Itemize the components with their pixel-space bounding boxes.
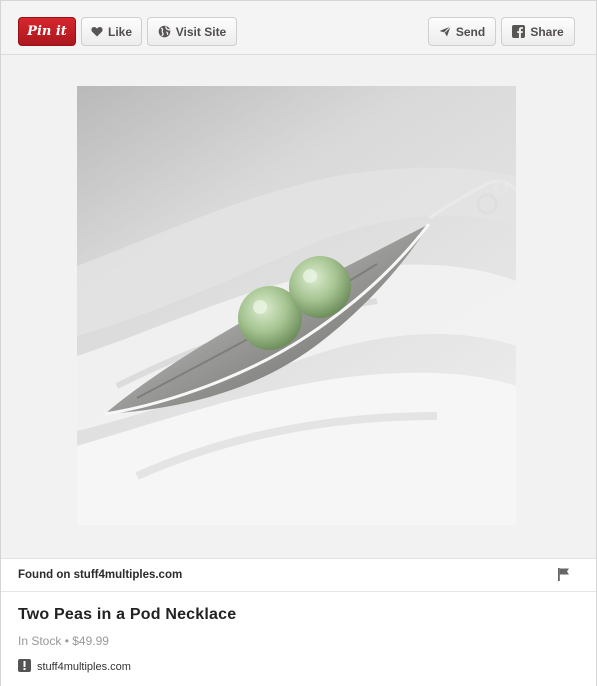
globe-icon (158, 25, 171, 38)
pin-it-button[interactable]: Pin it (18, 17, 76, 46)
like-button[interactable]: Like (81, 17, 142, 46)
visit-site-label: Visit Site (175, 24, 227, 39)
share-button[interactable]: Share (501, 17, 575, 46)
send-label: Send (455, 24, 486, 39)
flag-icon[interactable] (558, 568, 570, 586)
source-link[interactable]: stuff4multiples.com (18, 659, 131, 675)
pin-toolbar: Pin it Like Visit Site Send Share (1, 1, 596, 55)
stock-status: In Stock (18, 634, 62, 648)
facebook-icon (512, 25, 526, 38)
pin-it-label: Pin it (27, 24, 67, 39)
paper-plane-icon (439, 26, 451, 37)
share-label: Share (530, 24, 564, 39)
product-title[interactable]: Two Peas in a Pod Necklace (18, 606, 236, 624)
found-on-prefix: Found on (18, 569, 74, 581)
found-on-text[interactable]: Found on stuff4multiples.com (18, 569, 182, 581)
visit-site-button[interactable]: Visit Site (147, 17, 237, 46)
pin-info: Found on stuff4multiples.com Two Peas in… (1, 558, 596, 686)
pin-closeup-panel: Pin it Like Visit Site Send Share Found … (0, 0, 597, 686)
source-domain: stuff4multiples.com (37, 661, 131, 673)
pin-image[interactable] (77, 86, 516, 525)
price-separator: • (61, 634, 73, 648)
found-on-row: Found on stuff4multiples.com (1, 559, 596, 592)
source-favicon-icon (18, 659, 31, 675)
pin-image-area (1, 55, 596, 558)
stock-price-line: In Stock • $49.99 (18, 634, 109, 648)
product-price: $49.99 (72, 634, 109, 648)
send-button[interactable]: Send (428, 17, 496, 46)
like-label: Like (107, 24, 132, 39)
found-on-domain: stuff4multiples.com (73, 569, 183, 581)
heart-icon (91, 26, 103, 37)
